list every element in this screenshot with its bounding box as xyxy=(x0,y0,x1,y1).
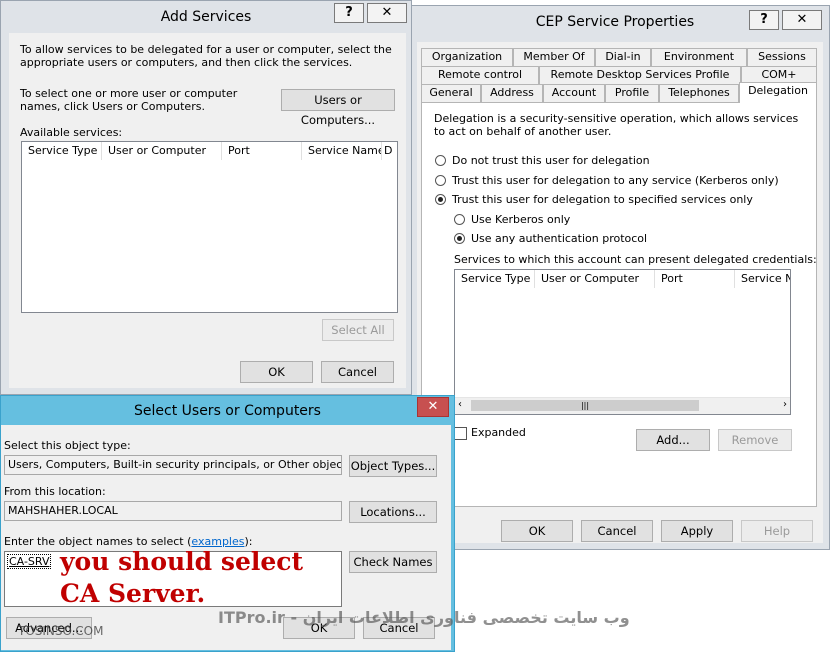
cep-close-button[interactable]: ✕ xyxy=(782,10,822,30)
annotation-text-line2: CA Server. xyxy=(60,579,206,608)
tab-address[interactable]: Address xyxy=(481,84,543,102)
column-header-service-name[interactable]: Service Name xyxy=(302,142,382,160)
horizontal-scrollbar[interactable]: ‹ ||| › xyxy=(455,397,790,414)
cep-properties-window: CEP Service Properties ? ✕ Organization … xyxy=(410,5,830,550)
check-names-button[interactable]: Check Names xyxy=(349,551,437,573)
annotation-text-line1: you should select xyxy=(60,547,304,576)
tab-remote-control[interactable]: Remote control xyxy=(421,66,539,84)
tab-environment[interactable]: Environment xyxy=(651,48,747,66)
cep-client-area: Organization Member Of Dial-in Environme… xyxy=(417,42,823,543)
radio-kerberos-only-label: Use Kerberos only xyxy=(471,213,571,226)
radio-specified-services[interactable] xyxy=(435,194,446,205)
column-header-port[interactable]: Port xyxy=(222,142,302,160)
tab-dial-in[interactable]: Dial-in xyxy=(595,48,651,66)
entered-object-name: CA-SRV xyxy=(7,554,52,569)
add-services-close-button[interactable]: ✕ xyxy=(367,3,407,23)
column-header-user-or-computer[interactable]: User or Computer xyxy=(102,142,222,160)
object-types-button[interactable]: Object Types... xyxy=(349,455,437,477)
select-users-close-button[interactable]: ✕ xyxy=(417,397,449,417)
cep-ok-button[interactable]: OK xyxy=(501,520,573,542)
radio-no-delegation-label: Do not trust this user for delegation xyxy=(452,154,650,167)
scroll-right-icon[interactable]: › xyxy=(783,399,787,410)
add-services-intro: To allow services to be delegated for a … xyxy=(20,43,392,69)
tab-member-of[interactable]: Member Of xyxy=(513,48,595,66)
delegation-tab-page: Delegation is a security-sensitive opera… xyxy=(421,102,817,507)
remove-button[interactable]: Remove xyxy=(718,429,792,451)
column-header-port[interactable]: Port xyxy=(655,270,735,288)
column-header-user-or-computer[interactable]: User or Computer xyxy=(535,270,655,288)
select-users-title: Select Users or Computers xyxy=(134,403,321,419)
radio-any-auth-label: Use any authentication protocol xyxy=(471,232,648,245)
users-or-computers-button[interactable]: Users or Computers... xyxy=(281,89,395,127)
radio-any-service-label: Trust this user for delegation to any se… xyxy=(452,174,779,187)
add-services-help-button[interactable]: ? xyxy=(334,3,364,23)
tab-delegation[interactable]: Delegation xyxy=(739,82,817,103)
radio-any-service[interactable] xyxy=(435,175,446,186)
location-field: MAHSHAHER.LOCAL xyxy=(4,501,342,521)
expanded-checkbox[interactable] xyxy=(454,427,467,440)
cep-apply-button[interactable]: Apply xyxy=(661,520,733,542)
add-services-window: Add Services ? ✕ To allow services to be… xyxy=(0,0,412,395)
add-services-select-text: To select one or more user or computer n… xyxy=(20,87,238,113)
delegated-services-list[interactable]: Service Type User or Computer Port Servi… xyxy=(454,269,791,415)
scrollbar-thumb[interactable]: ||| xyxy=(471,400,699,411)
cep-help-button[interactable]: ? xyxy=(749,10,779,30)
radio-specified-services-label: Trust this user for delegation to specif… xyxy=(452,193,753,206)
column-header-service-type[interactable]: Service Type xyxy=(22,142,102,160)
scroll-left-icon[interactable]: ‹ xyxy=(458,399,462,410)
services-label: Services to which this account can prese… xyxy=(454,253,817,266)
select-users-titlebar: Select Users or Computers xyxy=(1,396,454,424)
add-services-client-area: To allow services to be delegated for a … xyxy=(9,33,406,388)
add-services-ok-button[interactable]: OK xyxy=(240,361,313,383)
add-services-cancel-button[interactable]: Cancel xyxy=(321,361,394,383)
column-header-d[interactable]: D xyxy=(382,142,397,160)
radio-any-auth[interactable] xyxy=(454,233,465,244)
tab-telephones[interactable]: Telephones xyxy=(659,84,739,102)
available-services-list[interactable]: Service Type User or Computer Port Servi… xyxy=(21,141,398,313)
column-header-service-type[interactable]: Service Type xyxy=(455,270,535,288)
tab-profile[interactable]: Profile xyxy=(605,84,659,102)
add-button[interactable]: Add... xyxy=(636,429,710,451)
location-label: From this location: xyxy=(4,485,106,498)
available-services-label: Available services: xyxy=(20,126,123,139)
tab-organization[interactable]: Organization xyxy=(421,48,513,66)
watermark-left: TOSINSO.COM xyxy=(18,624,104,638)
cep-cancel-button[interactable]: Cancel xyxy=(581,520,653,542)
expanded-label: Expanded xyxy=(471,426,526,439)
watermark-right: ITPro.ir - وب سایت تخصصی فناوری اطلاعات … xyxy=(218,608,630,627)
object-type-field: Users, Computers, Built-in security prin… xyxy=(4,455,342,475)
tab-sessions[interactable]: Sessions xyxy=(747,48,817,66)
column-header-service-name[interactable]: Service Na xyxy=(735,270,790,288)
tab-remote-desktop[interactable]: Remote Desktop Services Profile xyxy=(539,66,741,84)
locations-button[interactable]: Locations... xyxy=(349,501,437,523)
cep-help-bottom-button[interactable]: Help xyxy=(741,520,813,542)
radio-kerberos-only[interactable] xyxy=(454,214,465,225)
tab-general[interactable]: General xyxy=(421,84,481,102)
delegation-description: Delegation is a security-sensitive opera… xyxy=(434,112,799,138)
object-type-label: Select this object type: xyxy=(4,439,131,452)
radio-no-delegation[interactable] xyxy=(435,155,446,166)
select-all-button[interactable]: Select All xyxy=(322,319,394,341)
tab-account[interactable]: Account xyxy=(543,84,605,102)
